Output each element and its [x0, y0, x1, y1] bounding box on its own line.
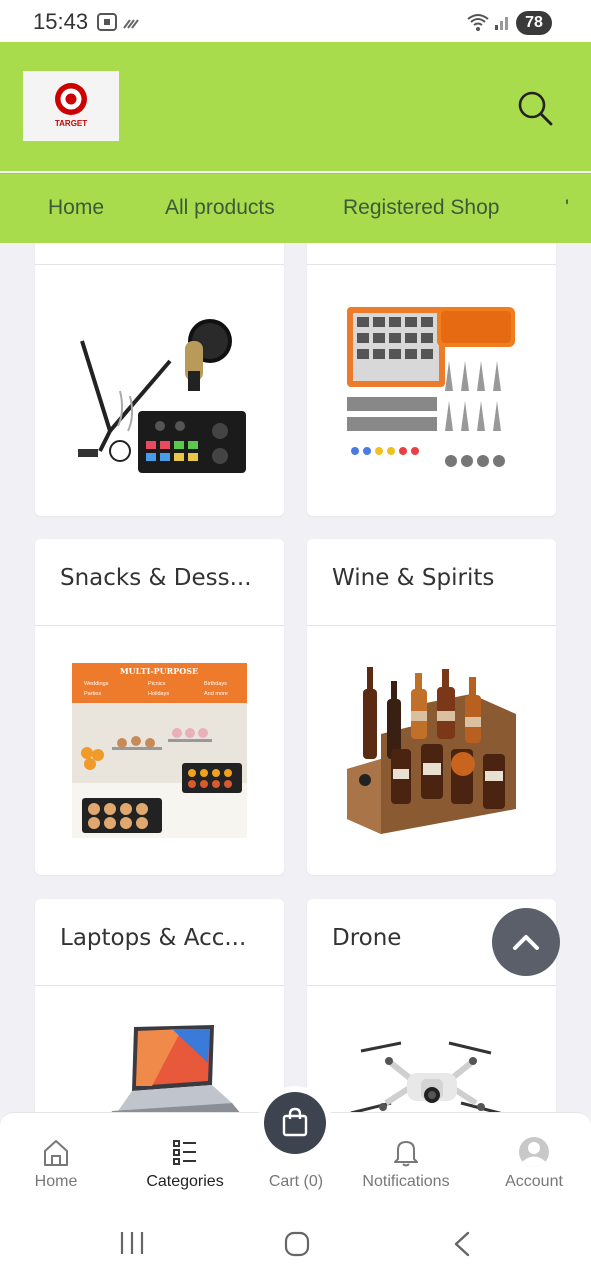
- bottom-nav-account[interactable]: Account: [479, 1113, 589, 1205]
- card-divider: [35, 625, 284, 626]
- battery-indicator: 78: [516, 11, 552, 35]
- logo-text: TARGET: [54, 119, 88, 128]
- scroll-to-top-button[interactable]: [492, 908, 560, 976]
- home-icon: [44, 1140, 68, 1166]
- bottom-nav-label: Home: [34, 1173, 78, 1190]
- svg-text:Picnics: Picnics: [148, 681, 166, 687]
- category-card[interactable]: [35, 243, 284, 516]
- cart-button[interactable]: [258, 1086, 332, 1160]
- no-signal-icon: [123, 19, 139, 29]
- target-logo[interactable]: TARGET: [23, 71, 119, 141]
- nav-all-products[interactable]: All products: [165, 196, 275, 220]
- search-button[interactable]: [513, 86, 557, 130]
- avatar-icon: [519, 1137, 549, 1167]
- card-title: Snacks & Dess...: [60, 565, 252, 591]
- svg-text:Holidays: Holidays: [148, 691, 169, 697]
- card-divider: [307, 264, 556, 265]
- microphone-kit-image: [70, 301, 250, 481]
- bottom-nav-label: Account: [505, 1173, 563, 1190]
- card-divider: [307, 985, 556, 986]
- category-card-wine[interactable]: Wine & Spirits: [307, 539, 556, 875]
- category-card-snacks[interactable]: Snacks & Dess... MULTI-PURPOSE Weddings P…: [35, 539, 284, 875]
- liquor-rack-image: [341, 659, 521, 839]
- card-title: Laptops & Acc...: [60, 925, 247, 951]
- bottom-nav-notifications[interactable]: Notifications: [351, 1113, 461, 1205]
- system-navigation-bar: [0, 1204, 591, 1280]
- category-card-laptops[interactable]: Laptops & Acc...: [35, 899, 284, 1129]
- bottom-nav-label: Notifications: [362, 1173, 450, 1190]
- list-icon: [173, 1140, 196, 1165]
- app-header: TARGET: [0, 42, 591, 171]
- signal-icon: [495, 17, 508, 30]
- nav-more-truncated[interactable]: ': [565, 196, 591, 220]
- recent-apps-icon[interactable]: [118, 1230, 146, 1256]
- banner-text: MULTI-PURPOSE: [120, 666, 198, 676]
- status-bar: 15:43 78: [0, 0, 591, 42]
- card-divider: [35, 985, 284, 986]
- screenshot-icon: [97, 13, 117, 31]
- home-circle-icon[interactable]: [283, 1230, 311, 1258]
- bottom-nav-home[interactable]: Home: [1, 1113, 111, 1205]
- svg-text:Parties: Parties: [84, 691, 101, 697]
- bottom-nav-label: Categories: [146, 1173, 224, 1190]
- card-title: Wine & Spirits: [332, 565, 495, 591]
- svg-text:And more: And more: [204, 691, 228, 697]
- status-time: 15:43: [33, 9, 89, 34]
- target-bullseye-icon: [55, 83, 87, 115]
- dessert-table-image: MULTI-PURPOSE Weddings Picnics Birthdays P…: [72, 663, 247, 838]
- card-title: Drone: [332, 925, 402, 951]
- wifi-icon: [467, 14, 489, 31]
- bell-icon: [394, 1141, 418, 1167]
- svg-text:Birthdays: Birthdays: [204, 681, 227, 687]
- shopping-bag-icon: [282, 1107, 308, 1137]
- chevron-up-icon: [513, 935, 539, 950]
- fishing-tackle-image: [341, 301, 521, 481]
- back-icon[interactable]: [450, 1230, 474, 1258]
- bottom-nav-categories[interactable]: Categories: [130, 1113, 240, 1205]
- card-divider: [35, 264, 284, 265]
- card-divider: [307, 625, 556, 626]
- nav-home[interactable]: Home: [48, 196, 104, 220]
- nav-registered-shop[interactable]: Registered Shop: [343, 196, 499, 220]
- bottom-nav-label: Cart (0): [268, 1173, 324, 1190]
- svg-text:Weddings: Weddings: [84, 681, 109, 687]
- category-card[interactable]: [307, 243, 556, 516]
- search-icon: [518, 91, 553, 126]
- cart-button-inner: [264, 1092, 326, 1154]
- category-nav: Home All products Registered Shop ': [0, 173, 591, 243]
